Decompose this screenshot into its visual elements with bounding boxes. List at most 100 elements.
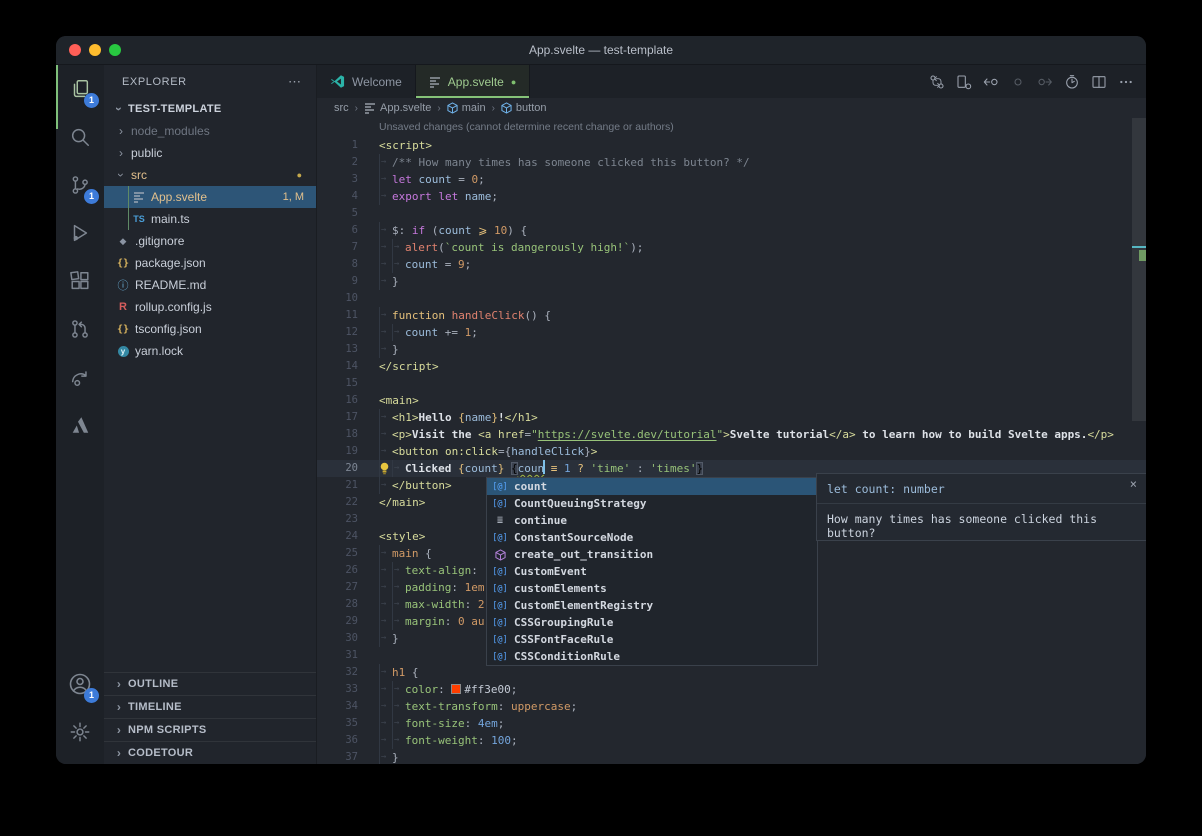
suggest-item-count[interactable]: [@]count xyxy=(487,478,817,495)
code-line[interactable]: 32→h1 { xyxy=(317,664,1146,681)
token-gold: } xyxy=(491,411,498,424)
token-pun: = xyxy=(438,258,458,271)
close-icon[interactable]: × xyxy=(1130,478,1137,490)
code-line[interactable]: 3→let count = 0; xyxy=(317,171,1146,188)
breadcrumb-item-app-svelte[interactable]: App.svelte xyxy=(364,102,431,114)
code-line[interactable]: 11→function handleClick() { xyxy=(317,307,1146,324)
code-line[interactable]: 7→→alert(`count is dangerously high!`); xyxy=(317,239,1146,256)
sidebar-section-npm-scripts[interactable]: ›NPM SCRIPTS xyxy=(104,718,316,741)
close-window-button[interactable] xyxy=(69,44,81,56)
code-line[interactable]: 14</script> xyxy=(317,358,1146,375)
code-line[interactable]: 37→} xyxy=(317,749,1146,764)
sidebar-section-timeline[interactable]: ›TIMELINE xyxy=(104,695,316,718)
code-line[interactable]: 5 xyxy=(317,205,1146,222)
maximize-window-button[interactable] xyxy=(109,44,121,56)
activity-bar-item-search[interactable] xyxy=(56,113,104,161)
suggest-item-cssconditionrule[interactable]: [@]CSSConditionRule xyxy=(487,648,817,665)
line-number: 28 xyxy=(317,596,379,613)
sidebar-section-codetour[interactable]: ›CODETOUR xyxy=(104,741,316,764)
code-line[interactable]: 13→} xyxy=(317,341,1146,358)
breadcrumb-item-main[interactable]: main xyxy=(447,102,486,114)
breadcrumb: src›App.svelte›main›button xyxy=(317,98,1146,118)
code-editor[interactable]: Unsaved changes (cannot determine recent… xyxy=(317,118,1146,764)
sidebar-section-outline[interactable]: ›OUTLINE xyxy=(104,672,316,695)
code-line[interactable]: 4→export let name; xyxy=(317,188,1146,205)
suggest-item-cssfontfacerule[interactable]: [@]CSSFontFaceRule xyxy=(487,631,817,648)
codelens-unsaved-changes[interactable]: Unsaved changes (cannot determine recent… xyxy=(379,121,674,133)
suggest-item-cssgroupingrule[interactable]: [@]CSSGroupingRule xyxy=(487,614,817,631)
file-tree: ›node_modules›public›src●App.svelte1, MT… xyxy=(104,120,316,362)
activity-bar-item-live-share[interactable] xyxy=(56,353,104,401)
symbol-variable-icon: [@] xyxy=(492,635,508,645)
activity-bar-item-github-pull-requests[interactable] xyxy=(56,305,104,353)
code-line[interactable]: 33→→color: #ff3e00; xyxy=(317,681,1146,698)
code-line[interactable]: 18→<p>Visit the <a href="https://svelte.… xyxy=(317,426,1146,443)
code-line[interactable]: 2→/** How many times has someone clicked… xyxy=(317,154,1146,171)
title-bar[interactable]: App.svelte — test-template xyxy=(56,36,1146,65)
code-line[interactable]: 1<script> xyxy=(317,137,1146,154)
line-content: <script> xyxy=(379,137,1146,154)
token-kw: let xyxy=(392,173,419,186)
code-line[interactable]: 15 xyxy=(317,375,1146,392)
tree-root-test-template[interactable]: › TEST-TEMPLATE xyxy=(104,98,316,120)
tree-item-main-ts[interactable]: TSmain.ts xyxy=(104,208,316,230)
change-indicator-button[interactable] xyxy=(1006,70,1030,94)
tree-item--gitignore[interactable]: ◆.gitignore xyxy=(104,230,316,252)
token-pun: () { xyxy=(524,309,551,322)
symbol-variable-icon: [@] xyxy=(492,567,508,577)
tree-item-yarn-lock[interactable]: yyarn.lock xyxy=(104,340,316,362)
tree-item-readme-md[interactable]: ⓘREADME.md xyxy=(104,274,316,296)
suggest-item-countqueuingstrategy[interactable]: [@]CountQueuingStrategy xyxy=(487,495,817,512)
tab-app-svelte[interactable]: App.svelte● xyxy=(416,65,530,98)
activity-bar-item-extensions[interactable] xyxy=(56,257,104,305)
compare-changes-button[interactable] xyxy=(925,70,949,94)
code-line[interactable]: 35→→font-size: 4em; xyxy=(317,715,1146,732)
next-change-button[interactable] xyxy=(1033,70,1057,94)
activity-bar-item-source-control[interactable]: 1 xyxy=(56,161,104,209)
breadcrumb-item-button[interactable]: button xyxy=(501,102,547,114)
tree-item-package-json[interactable]: {}package.json xyxy=(104,252,316,274)
code-line[interactable]: 9→} xyxy=(317,273,1146,290)
suggest-item-create_out_transition[interactable]: create_out_transition xyxy=(487,546,817,563)
tree-item-src[interactable]: ›src● xyxy=(104,164,316,186)
token-tag: href xyxy=(498,428,525,441)
open-changes-button[interactable] xyxy=(952,70,976,94)
code-line[interactable]: 6→$: if (count ⩾ 10) { xyxy=(317,222,1146,239)
code-line[interactable]: 36→→font-weight: 100; xyxy=(317,732,1146,749)
tree-item-node-modules[interactable]: ›node_modules xyxy=(104,120,316,142)
activity-bar-item-azure[interactable] xyxy=(56,401,104,449)
code-line[interactable]: 8→→count = 9; xyxy=(317,256,1146,273)
tab-welcome[interactable]: Welcome xyxy=(317,65,416,98)
activity-bar-item-accounts[interactable]: 1 xyxy=(56,660,104,708)
tree-item-rollup-config-js[interactable]: Rrollup.config.js xyxy=(104,296,316,318)
minimize-window-button[interactable] xyxy=(89,44,101,56)
timeline-view-button[interactable] xyxy=(1060,70,1084,94)
suggest-item-customevent[interactable]: [@]CustomEvent xyxy=(487,563,817,580)
token-sel: main xyxy=(392,547,419,560)
code-line[interactable]: 12→→count += 1; xyxy=(317,324,1146,341)
tree-item-tsconfig-json[interactable]: {}tsconfig.json xyxy=(104,318,316,340)
lightbulb-icon[interactable] xyxy=(379,462,390,475)
activity-bar-item-settings[interactable] xyxy=(56,708,104,756)
explorer-more-actions-icon[interactable]: ⋯ xyxy=(288,74,302,90)
code-line[interactable]: 16<main> xyxy=(317,392,1146,409)
breadcrumb-item-src[interactable]: src xyxy=(334,102,349,114)
code-line[interactable]: 19→<button on:click={handleClick}> xyxy=(317,443,1146,460)
suggest-item-customelements[interactable]: [@]customElements xyxy=(487,580,817,597)
more-actions-button[interactable] xyxy=(1114,70,1138,94)
code-line[interactable]: 10 xyxy=(317,290,1146,307)
previous-change-button[interactable] xyxy=(979,70,1003,94)
code-line[interactable]: 34→→text-transform: uppercase; xyxy=(317,698,1146,715)
tree-item-public[interactable]: ›public xyxy=(104,142,316,164)
activity-bar-item-explorer[interactable]: 1 xyxy=(56,65,104,113)
timer-icon xyxy=(1064,74,1080,90)
tree-item-app-svelte[interactable]: App.svelte1, M xyxy=(104,186,316,208)
editor-scrollbar[interactable] xyxy=(1132,118,1146,764)
suggest-item-continue[interactable]: ≣continue xyxy=(487,512,817,529)
split-editor-button[interactable] xyxy=(1087,70,1111,94)
suggest-item-customelementregistry[interactable]: [@]CustomElementRegistry xyxy=(487,597,817,614)
code-line[interactable]: 17→<h1>Hello {name}!</h1> xyxy=(317,409,1146,426)
activity-bar-item-run-debug[interactable] xyxy=(56,209,104,257)
scrollbar-slider[interactable] xyxy=(1132,118,1146,421)
suggest-item-constantsourcenode[interactable]: [@]ConstantSourceNode xyxy=(487,529,817,546)
